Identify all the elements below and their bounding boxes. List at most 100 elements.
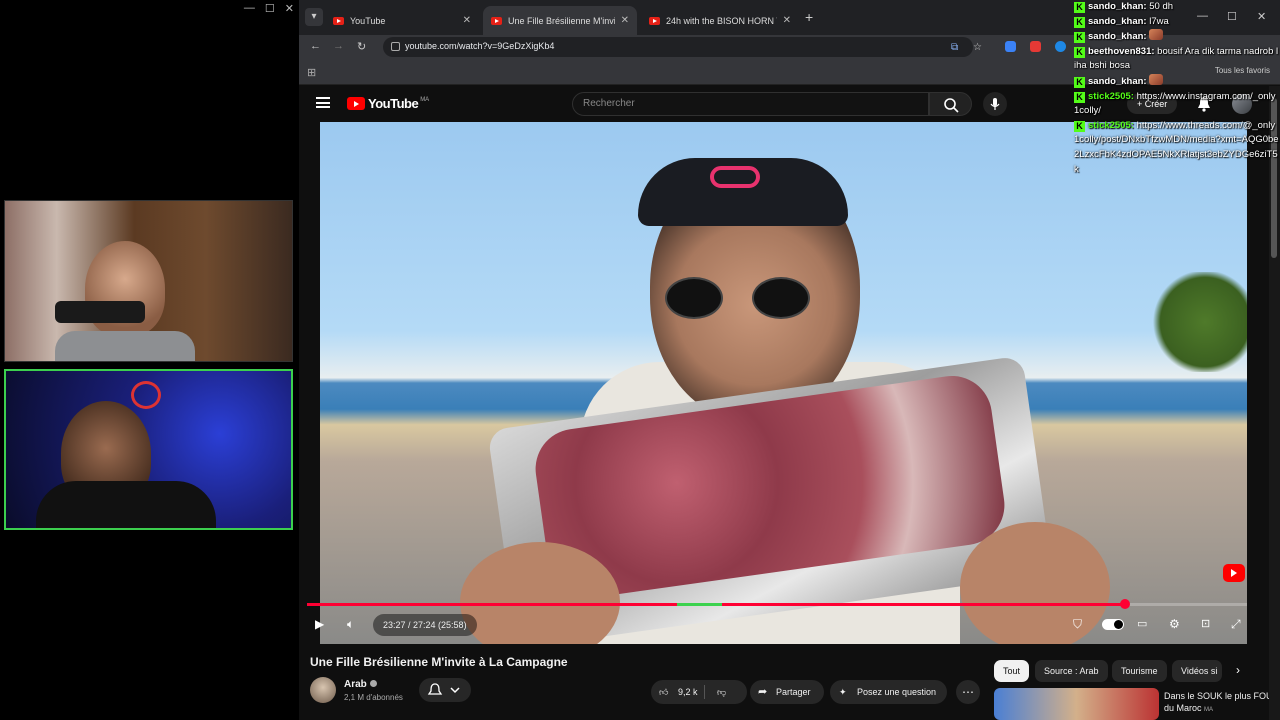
maximize-button[interactable]: ☐: [265, 2, 275, 15]
country-code: MA: [420, 96, 430, 103]
logo-text: YouTube: [368, 96, 419, 111]
extension-icon[interactable]: [1005, 41, 1016, 52]
microphone-icon: [990, 98, 1000, 110]
chat-username[interactable]: sando_khan:: [1088, 31, 1147, 42]
kick-badge-icon: K: [1074, 76, 1085, 88]
fullscreen-icon[interactable]: ⤢: [1231, 617, 1241, 632]
kick-badge-icon: K: [1074, 2, 1085, 13]
channel-name[interactable]: Arab: [344, 679, 377, 690]
chat-text: l7wa: [1149, 15, 1169, 27]
tab-search-button[interactable]: ▾: [305, 8, 323, 26]
sunglasses-right: [752, 277, 810, 319]
chip-videos-similaires[interactable]: Vidéos si: [1172, 660, 1222, 682]
chip-tout[interactable]: Tout: [994, 660, 1030, 682]
emote-icon: [1149, 73, 1164, 85]
youtube-watermark-icon: [1223, 564, 1245, 582]
chat-username[interactable]: stick2505:: [1088, 120, 1134, 131]
youtube-play-icon: [347, 97, 365, 110]
chat-username[interactable]: beethoven831:: [1088, 46, 1155, 57]
like-dislike-group: 👍︎ 9,2 k 👎︎: [651, 680, 747, 704]
reload-icon[interactable]: ↻: [357, 40, 366, 53]
shield-icon[interactable]: ⛉: [1073, 617, 1082, 632]
chat-message: Kstick2505: https://www.threads.com/@_on…: [1074, 119, 1280, 177]
channel-name-text: Arab: [344, 679, 367, 690]
channel-avatar[interactable]: [310, 677, 336, 703]
suggested-video-thumbnail[interactable]: [994, 688, 1159, 720]
close-tab-icon[interactable]: ✕: [621, 15, 629, 26]
chat-username[interactable]: stick2505:: [1088, 91, 1134, 102]
webcam-streamer-1: [4, 200, 293, 362]
share-button[interactable]: ➦ Partager: [750, 680, 824, 704]
chat-message: Kbeethoven831: bousif Ara dik tarma nadr…: [1074, 45, 1280, 74]
chevron-right-icon[interactable]: ›: [1236, 663, 1240, 677]
kick-badge-icon: K: [1074, 32, 1085, 44]
miniplayer-icon[interactable]: ⊡: [1201, 617, 1210, 630]
thumb-down-icon[interactable]: 👎︎: [717, 680, 726, 704]
sunglasses-left: [665, 277, 723, 319]
subscribed-button[interactable]: [419, 678, 471, 702]
site-info-icon[interactable]: [391, 42, 400, 51]
no-smoking-sign: [131, 381, 161, 409]
tab-youtube[interactable]: YouTube ✕: [325, 6, 479, 35]
progress-bar[interactable]: [307, 599, 1247, 609]
tab-video[interactable]: Une Fille Brésilienne M'invite à ✕: [483, 6, 637, 35]
close-tab-icon[interactable]: ✕: [463, 15, 471, 26]
youtube-favicon-icon: [333, 16, 344, 25]
chat-message: Ksando_khan: l7wa: [1074, 15, 1280, 30]
suggested-video-title[interactable]: Dans le SOUK le plus FOU du Maroc MA: [1164, 690, 1274, 716]
forward-icon[interactable]: →: [333, 40, 344, 52]
stream-window-controls: — ☐ ✕: [244, 2, 294, 15]
apps-grid-icon[interactable]: ⊞: [307, 66, 316, 79]
video-player[interactable]: [320, 122, 1247, 644]
chat-username[interactable]: sando_khan:: [1088, 1, 1147, 12]
chapter-marker: [677, 603, 722, 606]
chat-username[interactable]: sando_khan:: [1088, 76, 1147, 87]
jacket: [36, 481, 216, 528]
chat-username[interactable]: sando_khan:: [1088, 16, 1147, 27]
subtitles-icon[interactable]: ▭: [1137, 617, 1147, 630]
share-label: Partager: [776, 687, 811, 697]
close-button[interactable]: ✕: [285, 2, 294, 15]
kick-badge-icon: K: [1074, 120, 1085, 132]
voice-search-button[interactable]: [983, 92, 1007, 116]
chat-message: Ksando_khan: 50 dh: [1074, 0, 1280, 15]
search-button[interactable]: [929, 92, 972, 116]
autoplay-toggle[interactable]: [1102, 619, 1124, 630]
bookmark-star-icon[interactable]: ☆: [973, 42, 982, 53]
cap-logo: [710, 166, 760, 188]
search-icon: [944, 98, 959, 113]
more-actions-button[interactable]: ⋯: [956, 680, 980, 704]
chat-text: 50 dh: [1149, 1, 1174, 12]
like-count[interactable]: 9,2 k: [678, 680, 698, 704]
new-tab-button[interactable]: +: [805, 9, 813, 25]
close-tab-icon[interactable]: ✕: [783, 15, 791, 26]
chip-source[interactable]: Source : Arab: [1035, 660, 1108, 682]
chip-tourisme[interactable]: Tourisme: [1112, 660, 1167, 682]
extension-icon[interactable]: [1030, 41, 1041, 52]
page-scrollbar[interactable]: [1269, 86, 1280, 720]
search-box: [572, 92, 929, 116]
install-app-icon[interactable]: ⧉: [951, 42, 958, 53]
suggested-badge: MA: [1204, 707, 1214, 713]
time-display: 23:27 / 27:24 (25:58): [373, 614, 477, 636]
scrubber-handle[interactable]: [1119, 599, 1130, 609]
volume-icon[interactable]: 🔈︎: [347, 617, 354, 632]
subscriber-count: 2,1 M d'abonnés: [344, 693, 403, 702]
url-text: youtube.com/watch?v=9GeDzXigKb4: [405, 41, 555, 51]
thumb-up-icon[interactable]: 👍︎: [659, 680, 668, 704]
sparkle-icon: ✦: [839, 687, 847, 697]
extension-icon[interactable]: [1055, 41, 1066, 52]
play-icon[interactable]: ▶: [315, 617, 324, 631]
ask-question-button[interactable]: ✦ Posez une question: [830, 680, 947, 704]
menu-icon[interactable]: [316, 97, 330, 108]
tab-bison-horn[interactable]: 24h with the BISON HORN Tribe ✕: [641, 6, 799, 35]
youtube-logo[interactable]: YouTube MA: [347, 96, 429, 111]
settings-gear-icon[interactable]: ⚙: [1169, 617, 1180, 631]
search-input[interactable]: [573, 93, 928, 114]
back-icon[interactable]: ←: [310, 40, 321, 52]
minimize-button[interactable]: —: [244, 2, 255, 15]
bell-chevron-icon: [427, 683, 460, 695]
address-bar[interactable]: youtube.com/watch?v=9GeDzXigKb4 ⧉ ☆: [383, 37, 982, 57]
microphone: [55, 301, 145, 323]
suggested-title-text: Dans le SOUK le plus FOU du Maroc: [1164, 691, 1273, 713]
